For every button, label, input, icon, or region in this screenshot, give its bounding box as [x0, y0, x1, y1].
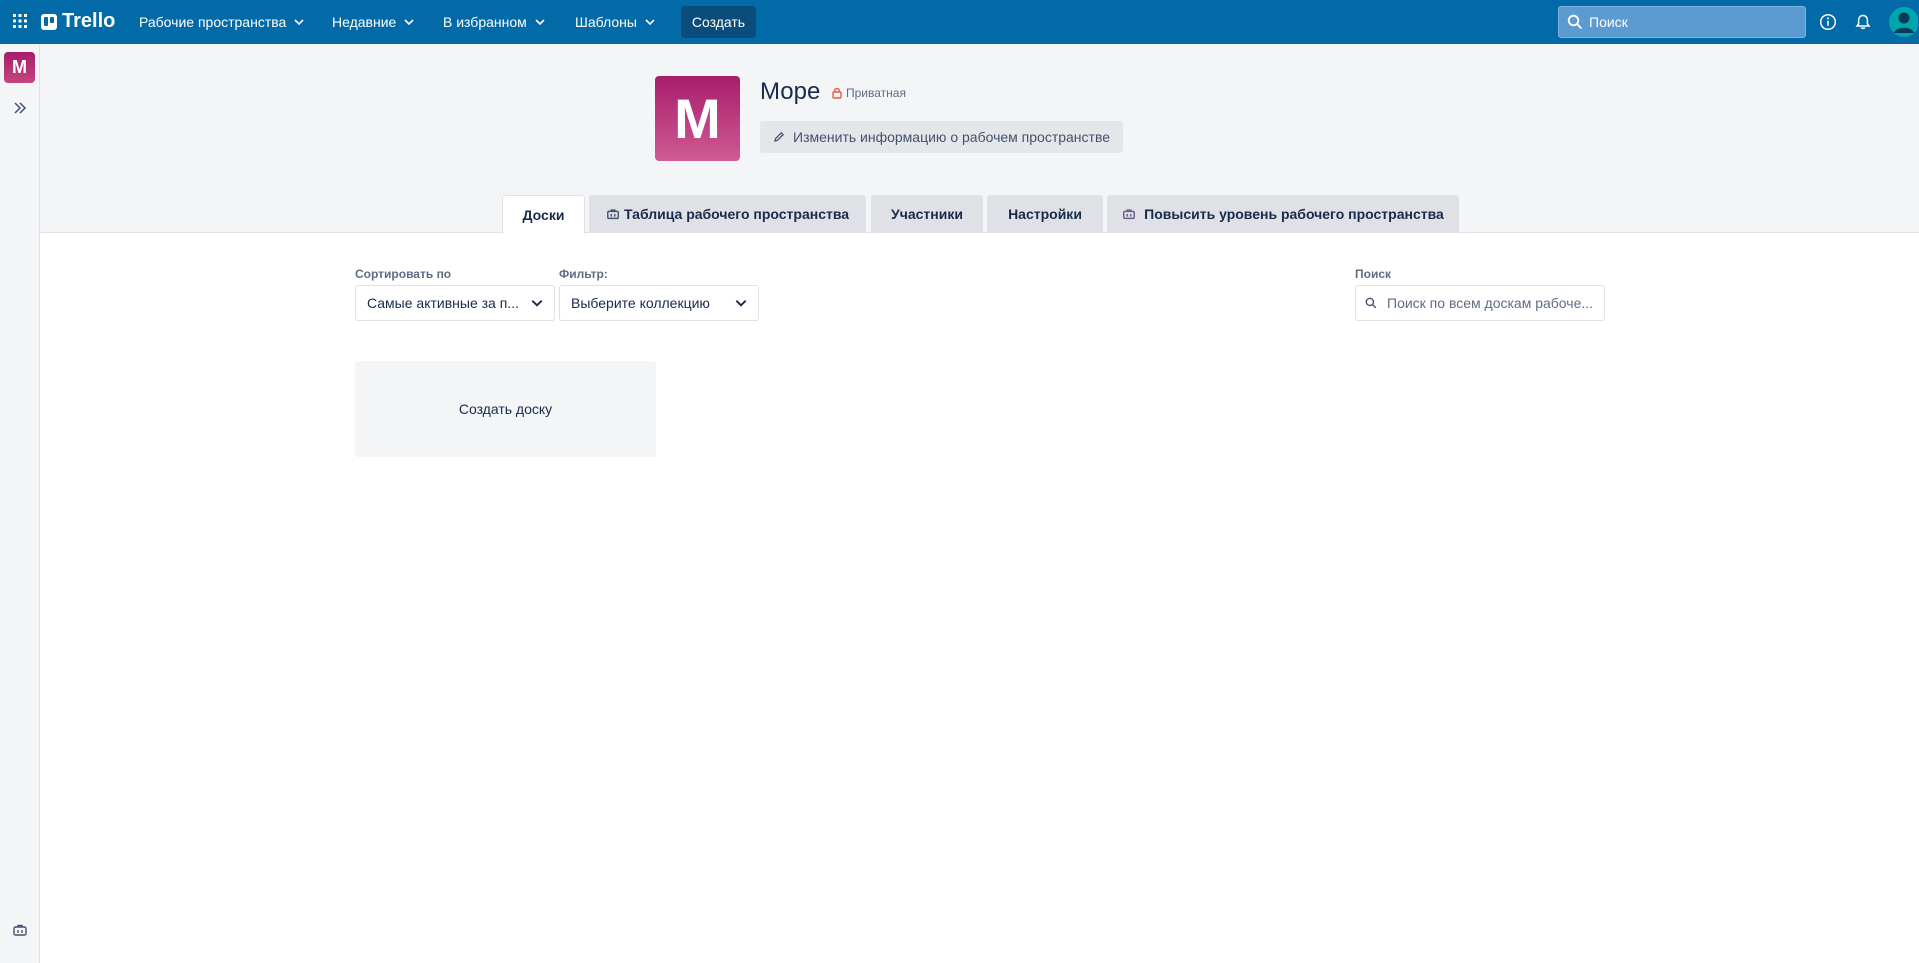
- tab-boards-label: Доски: [522, 207, 565, 223]
- filter-select-value: Выберите коллекцию: [571, 295, 710, 311]
- sort-select[interactable]: Самые активные за п...: [355, 285, 555, 321]
- chevron-down-icon: [535, 19, 545, 26]
- board-search-placeholder: Поиск по всем доскам рабоче...: [1387, 295, 1594, 311]
- trello-logo-text: Trello: [62, 10, 116, 32]
- sort-label: Сортировать по: [355, 267, 452, 281]
- trello-logo-icon: [41, 13, 57, 30]
- tab-settings-label: Настройки: [1008, 206, 1082, 222]
- trello-logo[interactable]: Trello: [41, 10, 115, 33]
- workspace-logo: M: [655, 76, 740, 161]
- edit-workspace-button[interactable]: Изменить информацию о рабочем пространст…: [760, 121, 1123, 153]
- pencil-icon: [774, 131, 785, 142]
- tab-members-label: Участники: [891, 206, 963, 222]
- app-switcher-icon[interactable]: [12, 13, 28, 29]
- board-search-label: Поиск: [1355, 267, 1392, 281]
- tab-upgrade-workspace[interactable]: Повысить уровень рабочего пространства: [1107, 195, 1459, 233]
- expand-sidebar-icon[interactable]: [12, 100, 28, 116]
- nav-starred-menu[interactable]: В избранном: [437, 7, 552, 37]
- briefcase-icon[interactable]: [12, 922, 28, 938]
- tab-members[interactable]: Участники: [871, 195, 983, 233]
- board-search-input[interactable]: Поиск по всем доскам рабоче...: [1355, 285, 1605, 321]
- user-avatar-icon[interactable]: [1888, 5, 1918, 39]
- privacy-badge: Приватная: [832, 86, 906, 100]
- search-icon: [1365, 297, 1377, 309]
- workspace-name: Море: [760, 78, 821, 105]
- chevron-down-icon: [735, 300, 747, 307]
- nav-recent-menu[interactable]: Недавние: [326, 7, 421, 37]
- global-search-input[interactable]: Поиск: [1558, 6, 1806, 38]
- chevron-down-icon: [294, 19, 304, 26]
- notifications-bell-icon[interactable]: [1854, 13, 1872, 31]
- sort-select-value: Самые активные за п...: [367, 295, 519, 311]
- nav-workspaces-menu[interactable]: Рабочие пространства: [133, 7, 311, 37]
- create-button[interactable]: Создать: [681, 6, 756, 38]
- nav-templates-label: Шаблоны: [575, 14, 637, 30]
- briefcase-icon: [607, 209, 619, 220]
- chevron-down-icon: [404, 19, 414, 26]
- search-icon: [1567, 14, 1583, 30]
- privacy-label: Приватная: [846, 86, 906, 100]
- nav-recent-label: Недавние: [332, 14, 397, 30]
- nav-starred-label: В избранном: [443, 14, 527, 30]
- left-sidebar: M: [0, 44, 40, 963]
- lock-icon: [832, 87, 842, 99]
- nav-workspaces-label: Рабочие пространства: [139, 14, 287, 30]
- global-search-placeholder: Поиск: [1589, 14, 1628, 30]
- top-navbar: Trello Рабочие пространства Недавние В и…: [0, 0, 1919, 44]
- tab-settings[interactable]: Настройки: [987, 195, 1103, 233]
- workspace-badge[interactable]: M: [4, 52, 35, 83]
- tab-boards[interactable]: Доски: [502, 195, 585, 234]
- chevron-down-icon: [645, 19, 655, 26]
- filter-select[interactable]: Выберите коллекцию: [559, 285, 759, 321]
- info-icon[interactable]: [1819, 13, 1837, 31]
- tab-upgrade-workspace-label: Повысить уровень рабочего пространства: [1144, 206, 1444, 222]
- chevron-down-icon: [531, 300, 543, 307]
- edit-workspace-label: Изменить информацию о рабочем пространст…: [793, 129, 1111, 145]
- filter-label: Фильтр:: [559, 267, 608, 281]
- tab-workspace-table[interactable]: Таблица рабочего пространства: [589, 195, 866, 233]
- nav-templates-menu[interactable]: Шаблоны: [569, 7, 662, 37]
- briefcase-icon: [1123, 209, 1136, 220]
- tab-workspace-table-label: Таблица рабочего пространства: [623, 206, 850, 222]
- create-board-tile[interactable]: Создать доску: [355, 361, 656, 457]
